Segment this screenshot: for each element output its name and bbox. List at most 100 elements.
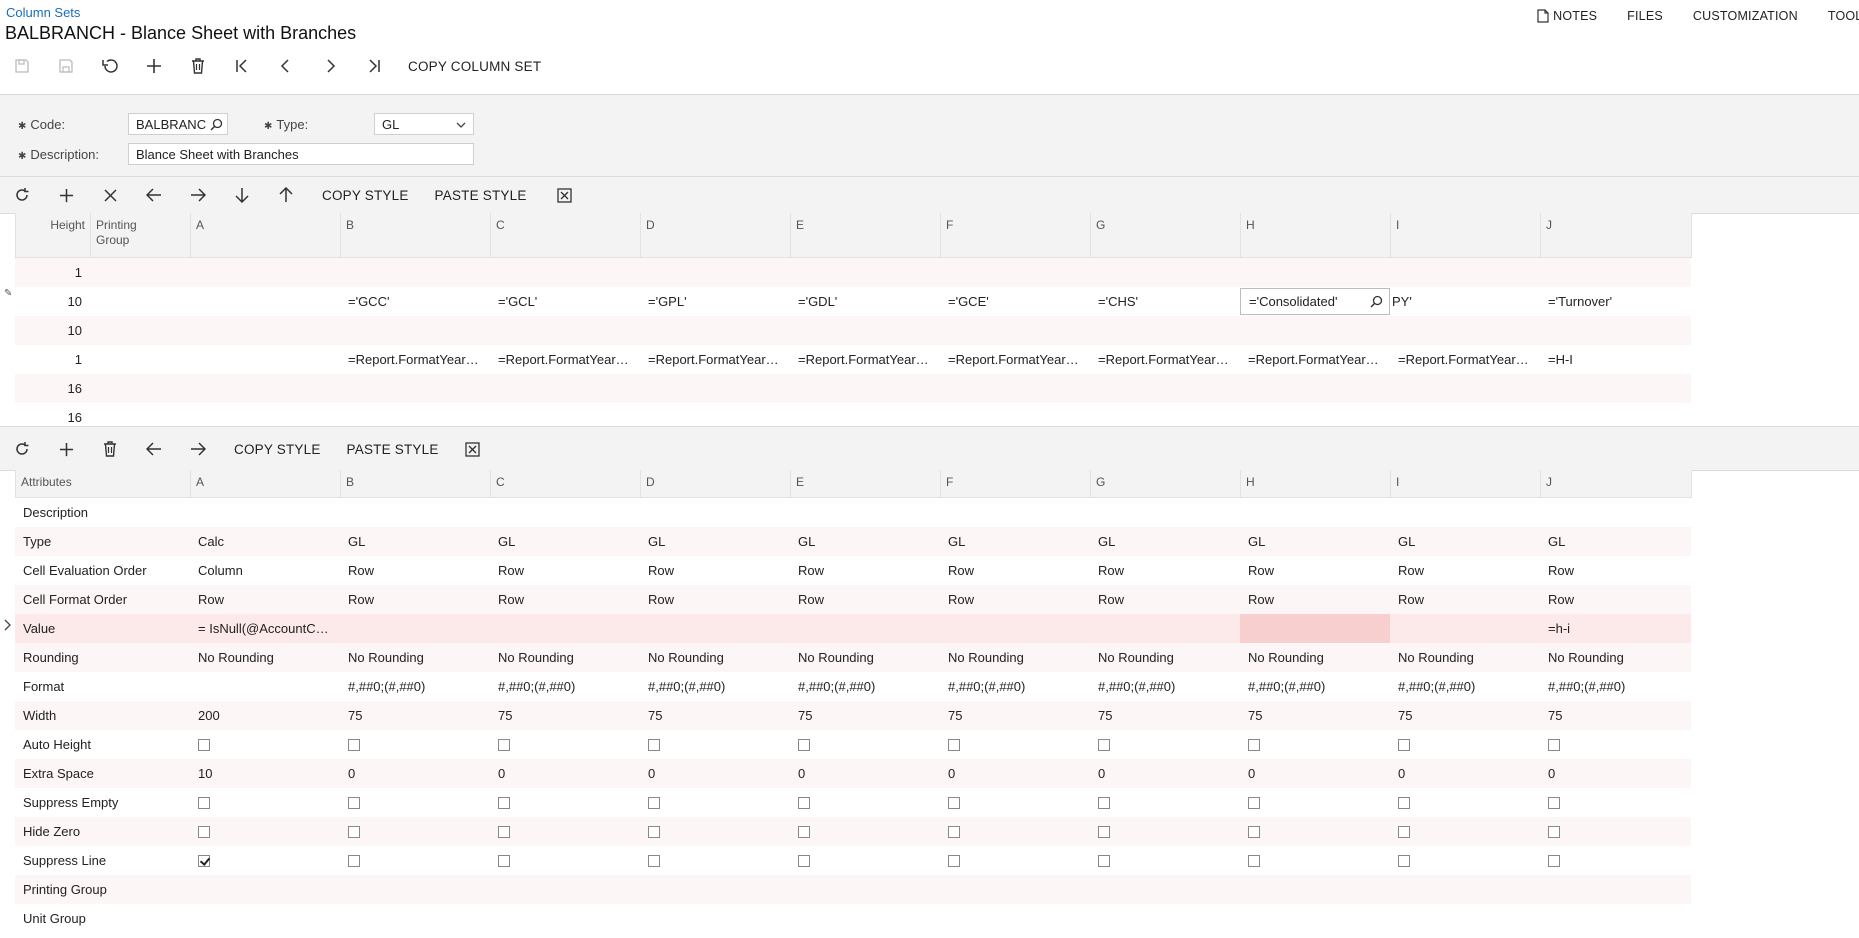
grid-checkbox-cell[interactable] [1090, 817, 1240, 846]
grid-cell[interactable]: ='GPL' [640, 287, 790, 316]
grid-cell[interactable] [190, 287, 340, 316]
grid-cell[interactable]: =Report.FormatYear(@StartPeriod,1) [640, 345, 790, 374]
delete-row-button[interactable] [88, 435, 132, 463]
grid-cell[interactable]: =Report.FormatYear(@StartPeriod,1) [1090, 345, 1240, 374]
top-grid-col-header[interactable]: H [1241, 213, 1391, 257]
grid-cell[interactable] [190, 498, 340, 527]
grid-cell[interactable]: 0 [1540, 759, 1691, 788]
grid-cell[interactable]: #,##0;(#,##0) [1090, 672, 1240, 701]
grid-cell[interactable]: ='GCC' [340, 287, 490, 316]
grid-cell[interactable] [640, 316, 790, 345]
grid-checkbox-cell[interactable] [940, 846, 1090, 875]
grid-cell[interactable]: =Report.FormatYear(@StartPeriod,1) [340, 345, 490, 374]
grid-cell[interactable]: Row [640, 585, 790, 614]
grid-cell[interactable]: No Rounding [640, 643, 790, 672]
grid-cell[interactable] [1540, 316, 1691, 345]
grid-checkbox-cell[interactable] [1390, 788, 1540, 817]
move-right-button[interactable] [176, 181, 220, 209]
checkbox[interactable] [498, 738, 510, 751]
undo-button[interactable] [88, 52, 132, 80]
grid-cell[interactable] [640, 875, 790, 904]
grid-cell[interactable] [790, 374, 940, 403]
grid-cell[interactable] [790, 614, 940, 643]
grid-cell[interactable] [1240, 498, 1390, 527]
grid-cell[interactable] [1540, 374, 1691, 403]
grid-cell[interactable] [790, 904, 940, 933]
checkbox[interactable] [1098, 854, 1110, 867]
checkbox[interactable] [948, 738, 960, 751]
grid-cell[interactable]: Row [1090, 585, 1240, 614]
grid-cell[interactable]: ='GCE' [940, 287, 1090, 316]
bottom-grid-col-header[interactable]: I [1391, 470, 1541, 497]
grid-cell[interactable]: GL [940, 527, 1090, 556]
grid-checkbox-cell[interactable] [940, 817, 1090, 846]
grid-cell[interactable]: ='GDL' [790, 287, 940, 316]
delete-row-button[interactable] [88, 181, 132, 209]
grid-cell[interactable] [940, 498, 1090, 527]
search-icon[interactable] [1370, 295, 1383, 308]
top-grid-col-header[interactable]: Height [16, 213, 91, 257]
printing-group-cell[interactable] [90, 316, 190, 345]
grid-cell[interactable]: GL [1540, 527, 1691, 556]
checkbox[interactable] [348, 796, 360, 809]
bottom-grid-col-header[interactable]: B [341, 470, 491, 497]
grid-cell[interactable] [1090, 258, 1240, 287]
grid-cell[interactable]: 0 [1090, 759, 1240, 788]
checkbox[interactable] [1398, 854, 1410, 867]
grid-cell[interactable] [190, 345, 340, 374]
grid-checkbox-cell[interactable] [1240, 817, 1390, 846]
checkbox[interactable] [648, 796, 660, 809]
grid-cell[interactable]: Row [490, 585, 640, 614]
grid-cell[interactable]: Row [1090, 556, 1240, 585]
grid-cell[interactable] [1090, 614, 1240, 643]
grid-checkbox-cell[interactable] [1540, 788, 1691, 817]
grid-cell[interactable] [790, 258, 940, 287]
grid-cell[interactable] [490, 498, 640, 527]
checkbox[interactable] [348, 825, 360, 838]
bottom-grid-col-header[interactable]: G [1091, 470, 1241, 497]
table-row[interactable]: Format #,##0;(#,##0) #,##0;(#,##0) #,##0;(#… [15, 672, 1691, 701]
grid-cell[interactable]: #,##0;(#,##0) [790, 672, 940, 701]
grid-cell[interactable]: GL [1090, 527, 1240, 556]
printing-group-cell[interactable] [90, 345, 190, 374]
grid-cell[interactable]: #,##0;(#,##0) [1540, 672, 1691, 701]
grid-checkbox-cell[interactable] [1090, 730, 1240, 759]
grid-cell[interactable] [640, 614, 790, 643]
grid-cell[interactable] [1090, 316, 1240, 345]
grid-cell[interactable]: 0 [340, 759, 490, 788]
grid-cell[interactable] [1240, 258, 1390, 287]
grid-checkbox-cell[interactable] [1240, 730, 1390, 759]
breadcrumb-link[interactable]: Column Sets [6, 5, 80, 20]
grid-cell[interactable]: Row [790, 585, 940, 614]
grid-cell[interactable] [640, 904, 790, 933]
checkbox[interactable] [648, 854, 660, 867]
copy-style-button[interactable]: COPY STYLE [308, 188, 419, 203]
grid-cell[interactable] [340, 498, 490, 527]
grid-cell[interactable]: No Rounding [790, 643, 940, 672]
grid-checkbox-cell[interactable] [1390, 846, 1540, 875]
grid-cell[interactable]: 0 [790, 759, 940, 788]
checkbox[interactable] [948, 796, 960, 809]
grid-cell[interactable] [1090, 374, 1240, 403]
grid-cell[interactable]: Row [1240, 585, 1390, 614]
top-grid-col-header[interactable]: D [641, 213, 791, 257]
grid-cell[interactable] [1240, 614, 1390, 643]
paste-style-button[interactable]: PASTE STYLE [331, 442, 449, 457]
bottom-grid-col-header[interactable]: E [791, 470, 941, 497]
grid-cell[interactable]: Row [1240, 556, 1390, 585]
grid-cell[interactable] [790, 875, 940, 904]
checkbox[interactable] [498, 854, 510, 867]
grid-cell[interactable] [1390, 498, 1540, 527]
table-row[interactable]: Suppress Empty [15, 788, 1691, 817]
table-row[interactable]: 1=Report.FormatYear(@StartPeriod,1)=Repo… [15, 345, 1691, 374]
grid-checkbox-cell[interactable] [790, 730, 940, 759]
grid-cell[interactable] [1540, 904, 1691, 933]
printing-group-cell[interactable] [90, 287, 190, 316]
checkbox[interactable] [1548, 854, 1560, 867]
grid-cell[interactable] [340, 258, 490, 287]
grid-cell[interactable]: Row [1390, 585, 1540, 614]
checkbox[interactable] [948, 854, 960, 867]
description-field[interactable]: Blance Sheet with Branches [128, 143, 474, 165]
table-row[interactable]: Extra Space 10 0 0 0 0 0 0 0 0 0 [15, 759, 1691, 788]
table-row[interactable]: Cell Format Order Row Row Row Row Row Row Row Ro… [15, 585, 1691, 614]
